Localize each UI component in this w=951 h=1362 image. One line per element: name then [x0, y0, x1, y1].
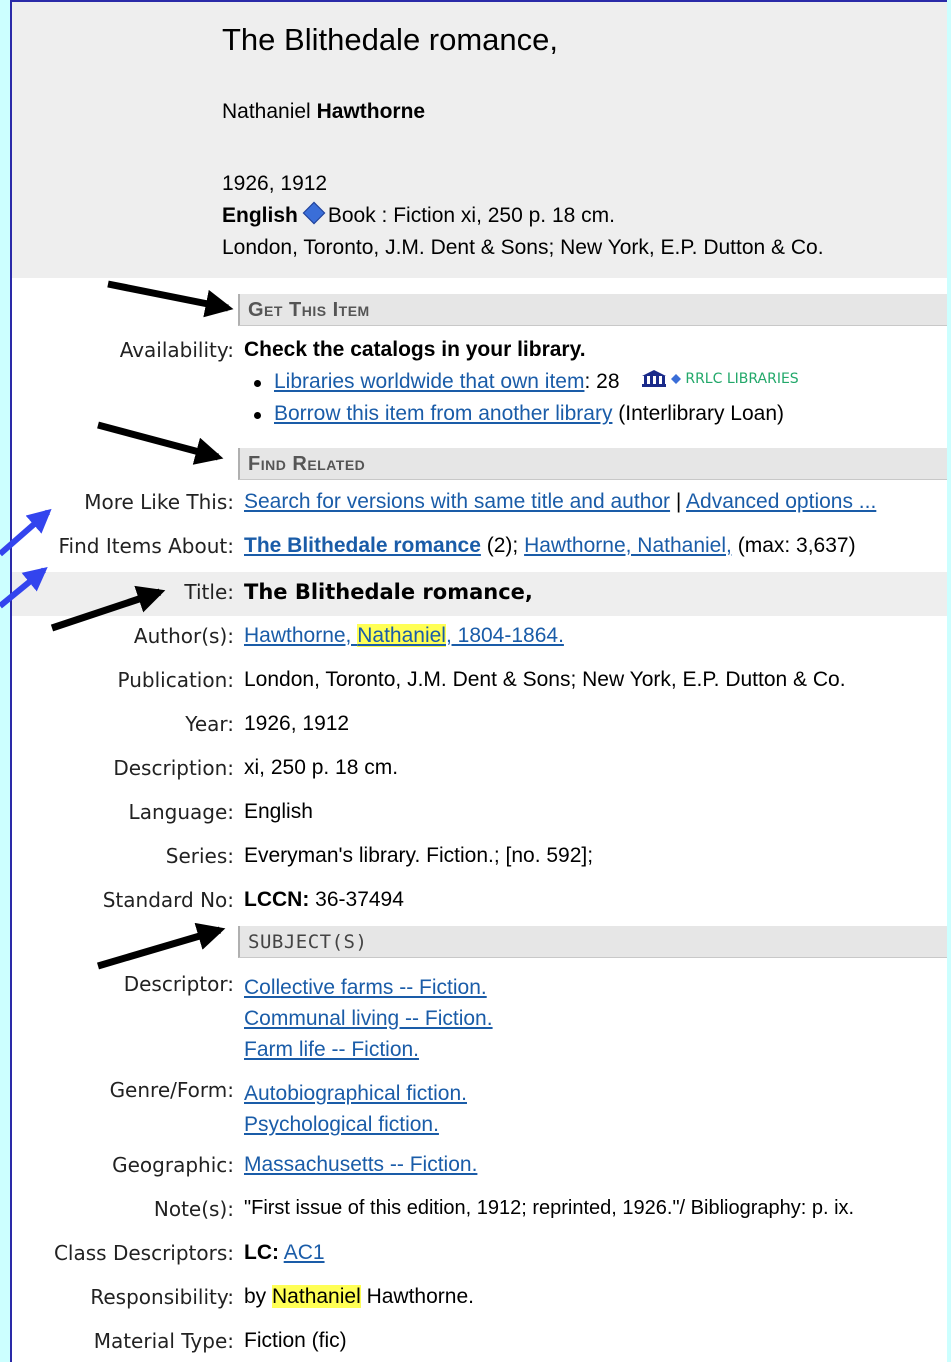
- arrow-more-like-this: [0, 508, 52, 557]
- arrow-title: [50, 585, 166, 632]
- arrow-find-items-about: [0, 566, 48, 609]
- arrow-get-this-item: [107, 280, 234, 318]
- arrow-subjects: [97, 922, 226, 970]
- annotation-arrows: [0, 280, 234, 970]
- arrow-find-related: [97, 421, 224, 465]
